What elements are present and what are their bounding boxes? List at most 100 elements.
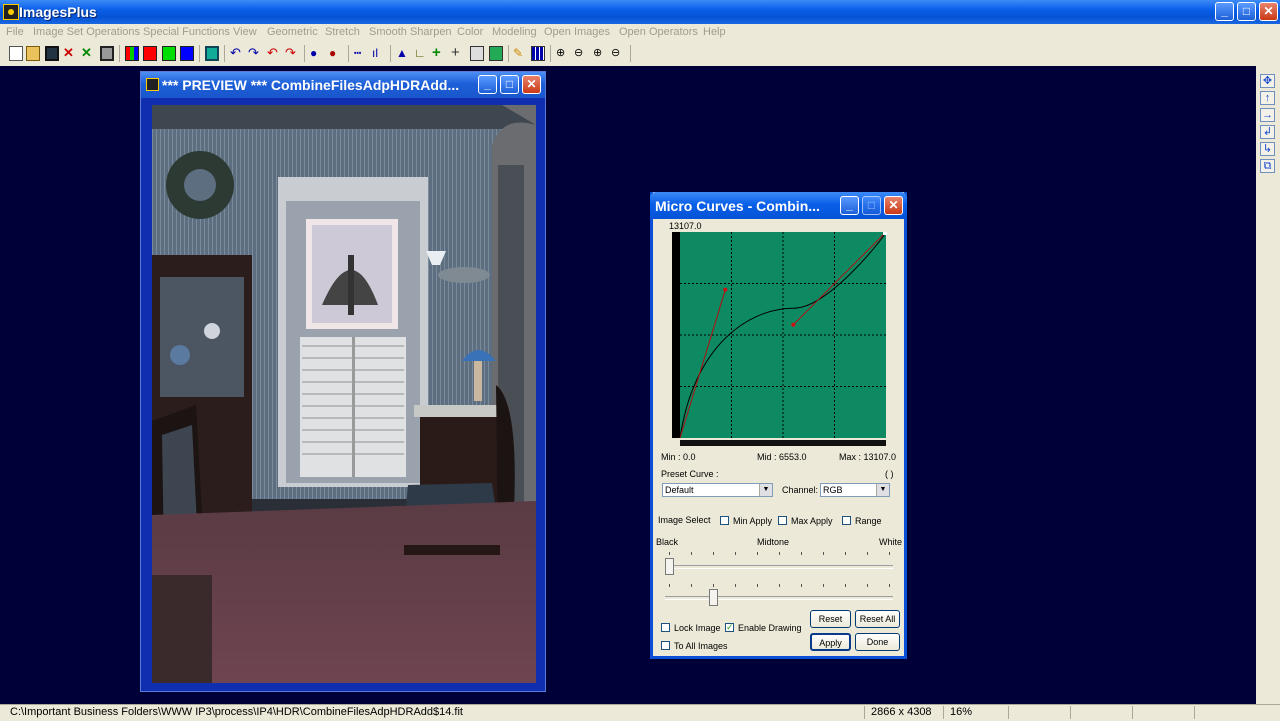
preview-title-bar[interactable]: *** PREVIEW *** CombineFilesAdpHDRAdd...…	[141, 72, 545, 98]
app-title-bar[interactable]: ImagesPlus _ □ ✕	[0, 0, 1280, 24]
to-all-images-checkbox[interactable]	[661, 641, 670, 650]
curve-editor[interactable]	[672, 231, 888, 448]
range-checkbox[interactable]	[842, 516, 851, 525]
menu-image-set-operations[interactable]: Image Set Operations	[33, 26, 140, 38]
menu-color[interactable]: Color	[457, 26, 483, 38]
white-label: White	[879, 537, 903, 547]
crosshair-icon[interactable]: +	[451, 45, 465, 61]
chevron-down-icon[interactable]: ▼	[876, 484, 889, 496]
curves-close-button[interactable]: ✕	[884, 196, 903, 215]
range-label: Range	[855, 516, 882, 526]
min-readout: Min : 0.0	[661, 452, 696, 462]
preset-curve-select[interactable]: Default ▼	[662, 483, 773, 497]
open-icon[interactable]	[26, 46, 40, 61]
undo-icon[interactable]: ↶	[230, 46, 244, 61]
undo-all-icon[interactable]: ↶	[267, 46, 281, 61]
green-channel-icon[interactable]	[162, 46, 176, 61]
crosshair-green-icon[interactable]: +	[432, 45, 446, 61]
curve-end-point	[883, 231, 887, 235]
micro-curves-dialog[interactable]: Micro Curves - Combin... _ □ ✕ 13107.0 M…	[650, 192, 907, 659]
crop-icon[interactable]: ∟	[414, 46, 428, 61]
reset-button[interactable]: Reset	[810, 610, 851, 628]
curves-title: Micro Curves - Combin...	[655, 198, 820, 214]
pencil-icon[interactable]: ✎	[513, 46, 527, 61]
control-point	[791, 322, 796, 327]
status-cell-empty-4	[1194, 706, 1261, 719]
reset-all-button[interactable]: Reset All	[855, 610, 900, 628]
channel-select[interactable]: RGB ▼	[820, 483, 890, 497]
minimize-button[interactable]: _	[1215, 2, 1234, 21]
zoom-out-icon[interactable]: ⊖	[574, 46, 588, 61]
curve-graph[interactable]	[672, 231, 888, 448]
histogram-icon[interactable]: ıl	[372, 46, 386, 61]
rotate-right-icon[interactable]: ↳	[1260, 142, 1275, 156]
redo-icon[interactable]: ↷	[248, 46, 262, 61]
toolbar: ✕ ✕ ↶ ↷ ↶ ↷ ● ● ┅ ıl ▲ ∟ + + ✎ ⊕ ⊖ ⊕ ⊖	[0, 42, 1280, 67]
zoom-reset-icon[interactable]: ⊖	[611, 46, 625, 61]
curves-minimize-button[interactable]: _	[840, 196, 859, 215]
curve-max-label: 13107.0	[669, 221, 702, 231]
zoom-fit-icon[interactable]: ⊕	[593, 46, 607, 61]
move-icon[interactable]: ✥	[1260, 74, 1275, 88]
rgb-icon[interactable]	[125, 46, 139, 61]
status-zoom: 16%	[943, 706, 1010, 719]
copy-icon[interactable]: ⧉	[1260, 159, 1275, 173]
close-button[interactable]: ✕	[1259, 2, 1278, 21]
redo-all-icon[interactable]: ↷	[285, 46, 299, 61]
midtone-slider-thumb[interactable]	[708, 589, 718, 606]
menu-open-operators[interactable]: Open Operators	[619, 26, 698, 38]
black-slider-thumb[interactable]	[665, 558, 674, 575]
chevron-down-icon[interactable]: ▼	[759, 484, 772, 496]
mosaic-icon[interactable]	[531, 46, 545, 61]
menu-stretch[interactable]: Stretch	[325, 26, 360, 38]
triangle-icon[interactable]: ▲	[396, 46, 410, 61]
preview-minimize-button[interactable]: _	[478, 75, 497, 94]
menu-special-functions[interactable]: Special Functions	[143, 26, 230, 38]
menu-bar: File Image Set Operations Special Functi…	[0, 24, 1280, 42]
line-profile-icon[interactable]: ┅	[354, 46, 368, 61]
done-button[interactable]: Done	[855, 633, 900, 651]
enable-drawing-checkbox[interactable]: ✓	[725, 623, 734, 632]
new-icon[interactable]	[9, 46, 23, 61]
menu-open-images[interactable]: Open Images	[544, 26, 610, 38]
app-icon[interactable]	[3, 4, 19, 20]
zoom-in-icon[interactable]: ⊕	[556, 46, 570, 61]
curves-maximize-button[interactable]: □	[862, 196, 881, 215]
save-icon[interactable]	[45, 46, 59, 61]
menu-file[interactable]: File	[6, 26, 24, 38]
enable-drawing-label: Enable Drawing	[738, 623, 802, 633]
preview-window-icon[interactable]	[146, 78, 159, 91]
preset-curve-value: Default	[665, 485, 694, 495]
status-cell-empty-3	[1132, 706, 1199, 719]
arrow-right-icon[interactable]: →	[1260, 108, 1275, 122]
menu-help[interactable]: Help	[703, 26, 726, 38]
preview-maximize-button[interactable]: □	[500, 75, 519, 94]
print-icon[interactable]	[100, 46, 114, 61]
red-channel-icon[interactable]	[143, 46, 157, 61]
preview-window[interactable]: *** PREVIEW *** CombineFilesAdpHDRAdd...…	[140, 71, 546, 692]
rotate-left-icon[interactable]: ↲	[1260, 125, 1275, 139]
grid-icon[interactable]	[470, 46, 484, 61]
preview-close-button[interactable]: ✕	[522, 75, 541, 94]
blue-channel-icon[interactable]	[180, 46, 194, 61]
apply-button[interactable]: Apply	[810, 633, 851, 651]
close-all-icon[interactable]: ✕	[81, 46, 95, 61]
max-apply-checkbox[interactable]	[778, 516, 787, 525]
point-icon[interactable]: ●	[310, 46, 324, 61]
menu-smooth-sharpen[interactable]: Smooth Sharpen	[369, 26, 452, 38]
point-red-icon[interactable]: ●	[329, 46, 343, 61]
arrow-up-icon[interactable]: ↑	[1260, 91, 1275, 105]
maximize-button[interactable]: □	[1237, 2, 1256, 21]
status-file-path: C:\Important Business Folders\WWW IP3\pr…	[10, 706, 463, 718]
preview-title: *** PREVIEW *** CombineFilesAdpHDRAdd...	[162, 77, 460, 93]
cmy-icon[interactable]	[205, 46, 219, 61]
curves-title-bar[interactable]: Micro Curves - Combin... _ □ ✕	[650, 192, 907, 219]
menu-geometric[interactable]: Geometric	[267, 26, 318, 38]
preview-image[interactable]	[152, 105, 536, 683]
paint-icon[interactable]	[489, 46, 503, 61]
close-image-icon[interactable]: ✕	[63, 46, 77, 61]
lock-image-checkbox[interactable]	[661, 623, 670, 632]
menu-modeling[interactable]: Modeling	[492, 26, 537, 38]
menu-view[interactable]: View	[233, 26, 257, 38]
min-apply-checkbox[interactable]	[720, 516, 729, 525]
